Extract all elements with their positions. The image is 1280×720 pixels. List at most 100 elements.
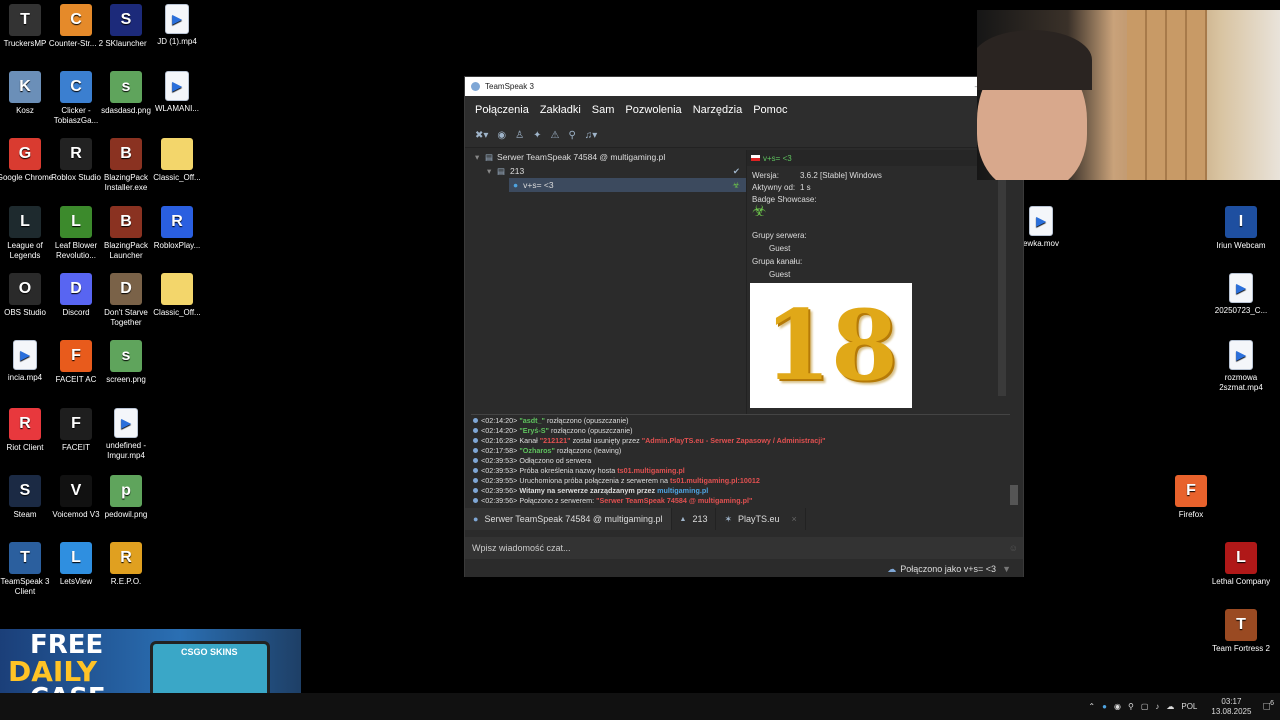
obs-icon: O [9,273,41,305]
disconnect-icon[interactable]: ✖▾ [475,130,488,141]
desktop-icon[interactable]: s screen.png [96,340,156,385]
tab-playts[interactable]: ✶ PlayTS.eu × [716,508,806,530]
letsview-icon: L [60,542,92,574]
desktop-icon[interactable]: ▶ undefined - Imgur.mp4 [96,408,156,461]
mute-mic-icon[interactable]: ⚲ [568,130,575,141]
shortcut-icon: C [60,71,92,103]
image-file-icon: s [110,340,142,372]
menu-bookmarks[interactable]: Zakładki [540,104,581,116]
info-scrollbar[interactable] [998,176,1006,396]
client-info-nick: v+s= <3 [763,153,792,163]
notifications-icon[interactable]: □6 [1263,700,1274,713]
avatar-number: 18 [764,289,898,402]
close-tab-icon[interactable]: × [792,514,797,524]
video-file-icon: ▶ [1029,206,1053,236]
menu-bar: Połączenia Zakładki Sam Pozwolenia Narzę… [465,96,1023,124]
taskbar: ⌃ ● ◉ ⚲ ▢ ♪ ☁ POL 03:17 13.08.2025 □6 [0,693,1280,720]
chat-input[interactable]: Wpisz wiadomość czat... ☺ [465,537,1023,559]
desktop-icon[interactable]: I Iriun Webcam [1211,206,1271,251]
clock[interactable]: 03:17 13.08.2025 [1211,697,1251,717]
desktop-icon[interactable]: Classic_Off... [147,273,207,318]
server-log: <02:14:20> "asdt_" rozłączono (opuszczan… [471,414,1010,507]
client-info-header: v+s= <3 [747,150,1010,166]
desktop: T TruckersMP C Counter-Str... 2 S SKlauncher ▶… [0,0,1280,720]
log-line: <02:39:53> Odłączono od serwera [471,456,1010,466]
desktop-icon-label: Team Fortress 2 [1212,644,1270,653]
desktop-icon[interactable]: R R.E.P.O. [96,542,156,587]
desktop-icon[interactable]: Classic_Off... [147,138,207,183]
channel-name: 213 [510,166,525,176]
window-title: TeamSpeak 3 [485,82,534,91]
log-info-icon [473,438,478,443]
leaf-blower-icon: L [60,206,92,238]
warning-icon[interactable]: ⚠ [551,130,560,141]
sklauncher-icon: S [110,4,142,36]
capture-icon[interactable]: ✦ [533,130,541,141]
teamspeak-window[interactable]: TeamSpeak 3 — □ Połączenia Zakładki Sam … [464,76,1024,577]
menu-permissions[interactable]: Pozwolenia [625,104,681,116]
banner-line2: DAILY [8,655,98,688]
teamspeak-icon: T [9,542,41,574]
discord-icon: D [60,273,92,305]
tab-server[interactable]: ● Serwer TeamSpeak 74584 @ multigaming.p… [465,508,672,530]
server-groups-label: Grupy serwera: [752,231,807,240]
client-status-icon: ● [513,180,519,190]
mute-speaker-icon[interactable]: ♫▾ [585,130,598,141]
desktop-icon[interactable]: R RobloxPlay... [147,206,207,251]
language-indicator[interactable]: POL [1181,702,1197,711]
desktop-icon[interactable]: T Team Fortress 2 [1211,609,1271,654]
away-icon[interactable]: ◉ [497,130,506,141]
channel-check-icon: ✔ [732,165,740,176]
desktop-icon[interactable]: L Lethal Company [1211,542,1271,587]
tree-server-row[interactable]: ▾ ▤ Serwer TeamSpeak 74584 @ multigaming… [471,150,746,164]
log-info-icon [473,418,478,423]
desktop-icon[interactable]: ▶ WLAMANI... [147,71,207,114]
discord-tray-icon[interactable]: ◉ [1114,702,1121,711]
desktop-icon[interactable]: ▶ rozmowa 2szmat.mp4 [1211,340,1271,393]
tree-client-row[interactable]: ● v+s= <3 ☣ [509,178,746,192]
tab-channel[interactable]: ▲ 213 [672,508,717,530]
counter-strike-icon: C [60,4,92,36]
version-value: 3.6.2 [Stable] Windows [800,171,882,180]
microphone-icon[interactable]: ⚲ [1128,702,1134,711]
onedrive-icon[interactable]: ☁ [1166,702,1174,711]
desktop-icon-label: Lethal Company [1211,577,1271,586]
server-group-value: Guest [769,244,791,253]
log-info-icon [473,498,478,503]
channel-tree: ▾ ▤ Serwer TeamSpeak 74584 @ multigaming… [471,150,746,414]
tab-playts-label: PlayTS.eu [738,514,780,524]
volume-icon[interactable]: ♪ [1155,702,1159,711]
tree-channel-row[interactable]: ▾ ▤ 213 ✔ [471,164,746,178]
menu-tools[interactable]: Narzędzia [693,104,743,116]
desktop-icon-label: Classic_Off... [153,308,201,317]
server-icon: ▤ [485,151,494,162]
roblox-player-icon: R [161,206,193,238]
desktop-icon[interactable]: F Firefox [1161,475,1221,520]
window-titlebar[interactable]: TeamSpeak 3 — □ [465,77,1023,96]
desktop-icon[interactable]: p pedowil.png [96,475,156,520]
log-time: <02:16:28> [481,436,520,445]
dont-starve-icon: D [110,273,142,305]
log-line: <02:14:20> "Eryś-S" rozłączono (opuszcza… [471,426,1010,436]
system-tray: ⌃ ● ◉ ⚲ ▢ ♪ ☁ POL [1088,702,1197,711]
log-line: <02:39:55> Uruchomiona próba połączenia … [471,476,1010,486]
desktop-icon-label: 20250723_C... [1214,306,1268,315]
connection-status: Połączono jako v+s= <3 [900,564,997,574]
menu-self[interactable]: Sam [592,104,615,116]
client-name: v+s= <3 [523,180,554,190]
teamspeak-tray-icon[interactable]: ● [1102,702,1107,711]
menu-connections[interactable]: Połączenia [475,104,529,116]
video-file-icon: ▶ [165,71,189,101]
log-scrollbar[interactable] [1010,485,1018,505]
folder-icon [161,273,193,305]
clock-time: 03:17 [1221,696,1242,706]
desktop-icon[interactable]: ▶ JD (1).mp4 [147,4,207,47]
contacts-icon[interactable]: ♙ [515,130,524,141]
menu-help[interactable]: Pomoc [753,104,787,116]
desktop-icon[interactable]: ▶ 20250723_C... [1211,273,1271,316]
emoji-icon[interactable]: ☺ [1009,543,1018,553]
server-name: Serwer TeamSpeak 74584 @ multigaming.pl [497,152,666,162]
network-icon[interactable]: ▢ [1141,702,1149,711]
log-line: <02:39:56> Połączono z serwerem: "Serwer… [471,496,1010,506]
chevron-up-icon[interactable]: ⌃ [1088,702,1095,711]
